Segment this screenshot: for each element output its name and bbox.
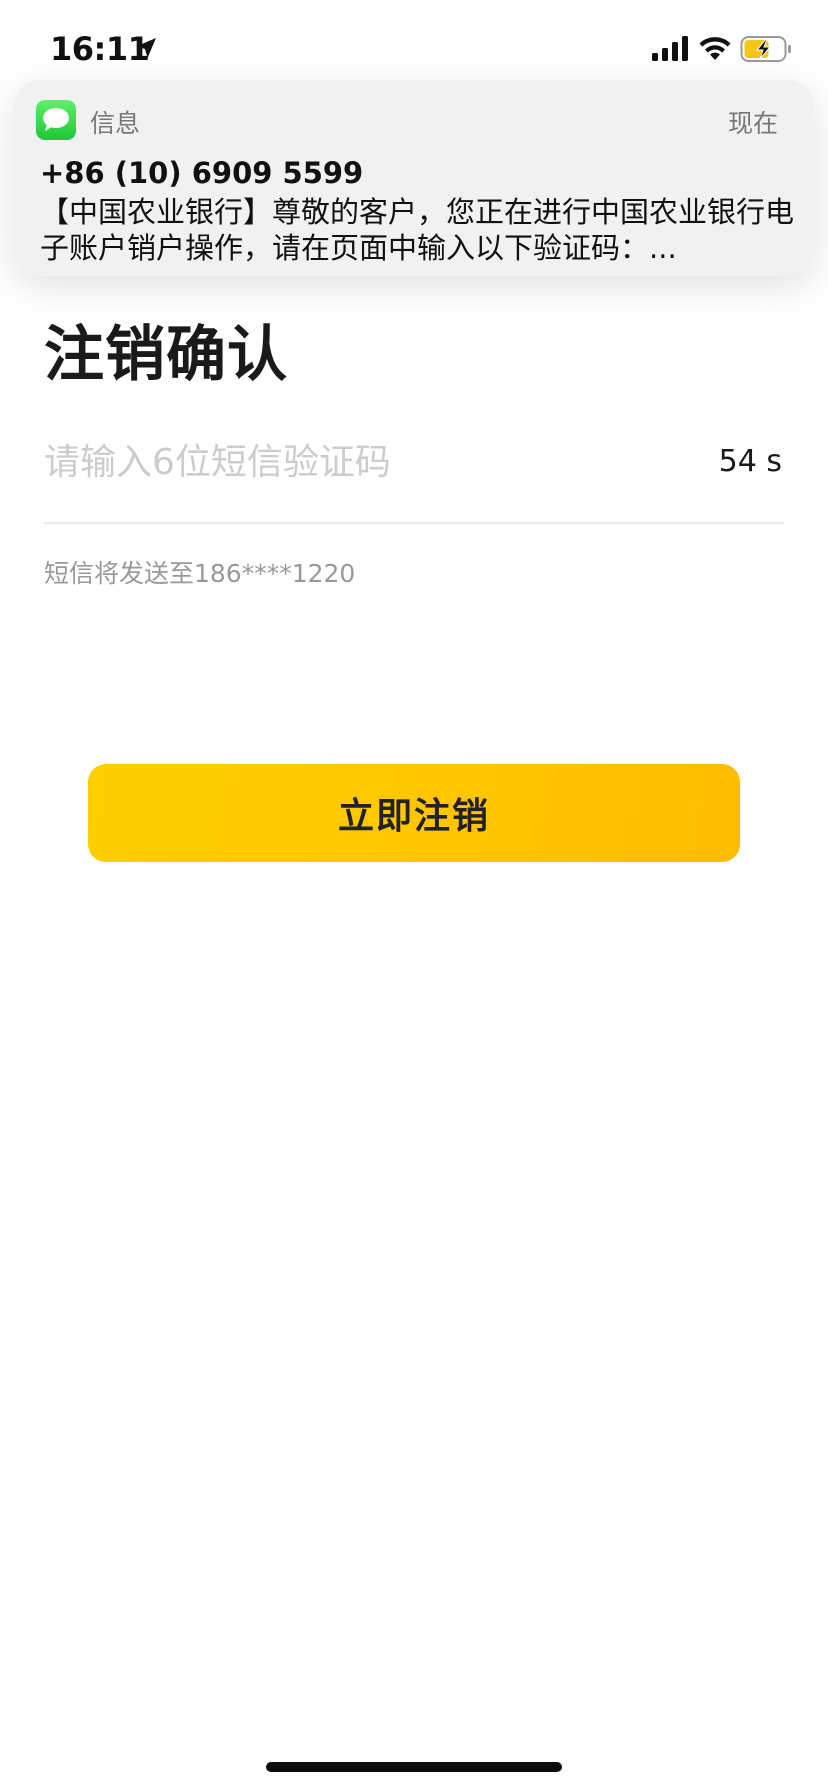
home-indicator[interactable] (266, 1762, 562, 1772)
page-title: 注销确认 (44, 320, 288, 390)
notification-time: 现在 (727, 109, 778, 138)
location-arrow-icon (136, 38, 156, 58)
input-divider (44, 522, 784, 524)
resend-countdown: 54 s (718, 444, 782, 479)
notification-body: 【中国农业银行】尊敬的客户，您正在进行中国农业银行电子账户销户操作，请在页面中输… (40, 195, 795, 265)
wifi-icon (699, 37, 731, 60)
sms-code-input[interactable] (44, 432, 684, 492)
messages-icon (36, 100, 76, 140)
cellular-signal-icon (652, 36, 688, 61)
confirm-cancel-account-button[interactable]: 立即注销 (88, 764, 740, 862)
notification-sender: +86 (10) 6909 5599 (40, 156, 364, 190)
confirm-cancel-account-label: 立即注销 (337, 796, 490, 837)
sms-notification-banner[interactable]: 信息 现在 +86 (10) 6909 5599 【中国农业银行】尊敬的客户，您… (14, 80, 814, 276)
sms-destination-hint: 短信将发送至186****1220 (44, 559, 356, 588)
notification-app-name: 信息 (90, 109, 141, 138)
battery-charging-icon (740, 36, 791, 62)
